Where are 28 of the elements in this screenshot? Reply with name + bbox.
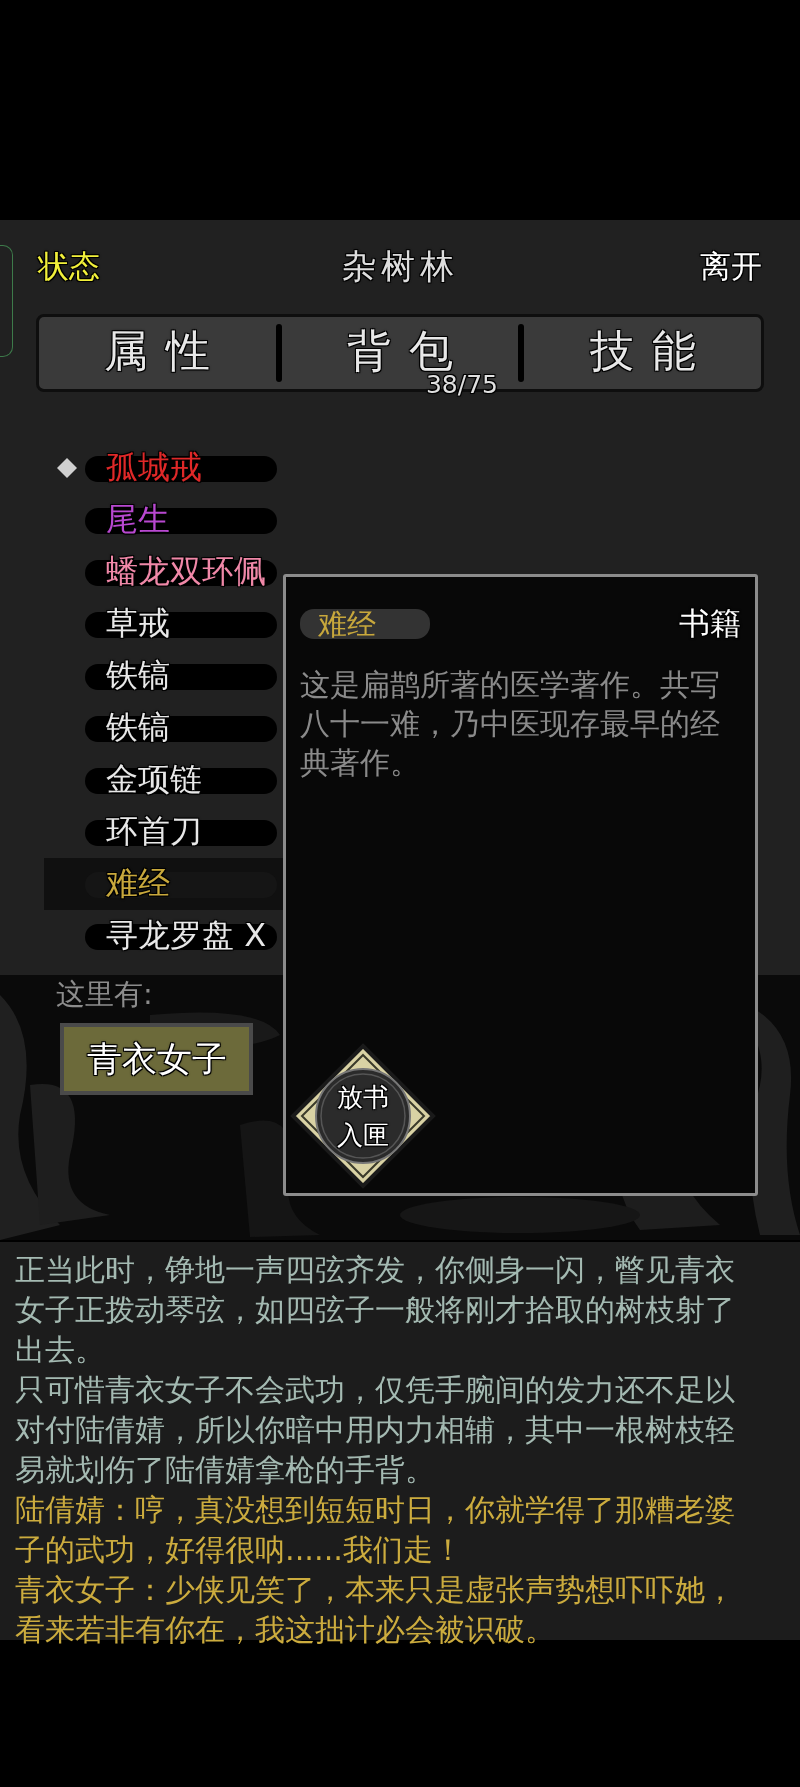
here-label: 这里有: [55,976,154,1011]
narration-text: 正当此时，铮地一声四弦齐发，你侧身一闪，瞥见青衣女子正拨动琴弦，如四弦子一般将刚才拾取的树枝射了出去。 [15,1251,736,1369]
inventory-item[interactable]: 蟠龙双环佩 [44,546,283,598]
item-category: 书籍 [679,604,741,643]
inventory-item[interactable]: 寻龙罗盘 X [44,910,283,962]
inventory-item[interactable]: 金项链 [44,754,283,806]
npc-button[interactable]: 青衣女子 [60,1023,253,1095]
inventory-item[interactable]: 孤城戒 [44,442,283,494]
location-title: 杂树林 [340,245,460,288]
tab[interactable]: 技能 [524,329,761,373]
inventory-item[interactable]: 尾生 [44,494,283,546]
tab[interactable]: 属性 [39,329,276,373]
narration-text: 只可惜青衣女子不会武功，仅凭手腕间的发力还不足以对付陆倩婧，所以你暗中用内力相辅，其中一根树枝轻易就划伤了陆倩婧拿枪的手背。 [15,1371,736,1489]
inventory-item[interactable]: 环首刀 [44,806,283,858]
leave-button[interactable]: 离开 [700,246,762,288]
dialogue-text: 青衣女子：少侠见笑了，本来只是虚张声势想吓吓她，看来若非有你在，我这拙计必会被识破。 [15,1571,736,1649]
inventory-item[interactable]: 难经 [44,858,283,910]
inventory-item[interactable]: 铁镐 [44,702,283,754]
inventory-item[interactable]: 草戒 [44,598,283,650]
inventory-item[interactable]: 铁镐 [44,650,283,702]
store-book-button[interactable]: 放书入匣 [290,1043,436,1189]
side-tab[interactable] [0,245,13,357]
item-count: 38/75 [425,374,498,396]
status-button[interactable]: 状态 [38,246,100,288]
item-name: 难经 [300,609,430,639]
dialogue-text: 陆倩婧：哼，真没想到短短时日，你就学得了那糟老婆子的武功，好得很呐......我们走！ [15,1491,736,1569]
tab[interactable]: 背包 [281,329,519,373]
item-description: 这是扁鹊所著的医学著作。共写八十一难，乃中医现存最早的经典著作。 [300,666,721,782]
